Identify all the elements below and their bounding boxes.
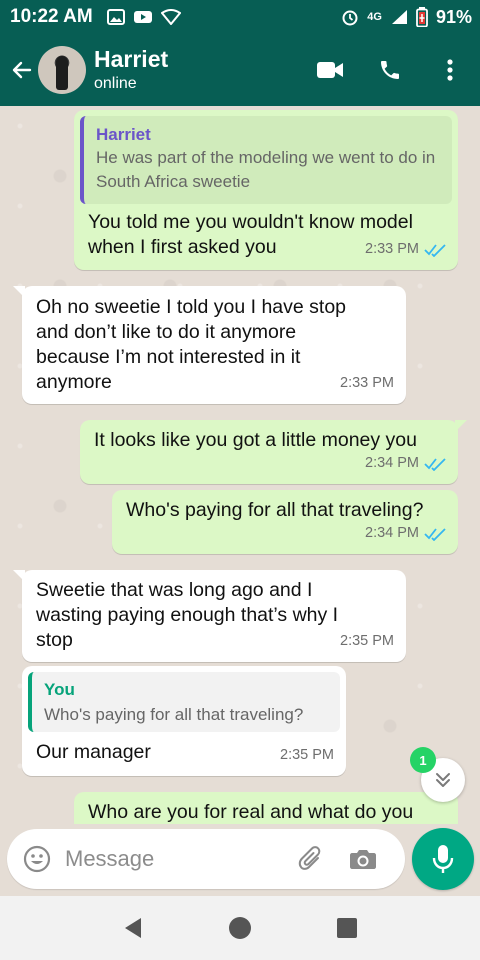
chat-area[interactable]: Harriet He was part of the modeling we w… bbox=[0, 106, 480, 824]
video-camera-icon bbox=[317, 62, 343, 78]
message-text: Who are you for real and what do you bbox=[88, 801, 414, 823]
message-text: Oh no sweetie I told you I have stop and… bbox=[36, 296, 347, 393]
emoji-icon bbox=[23, 845, 51, 873]
message-outgoing[interactable]: Who are you for real and what do you bbox=[74, 792, 458, 824]
quoted-author: Harriet bbox=[96, 125, 151, 144]
square-recents-icon bbox=[336, 918, 357, 938]
message-time: 2:34 PM bbox=[365, 525, 419, 541]
read-ticks-icon bbox=[424, 527, 446, 541]
message-incoming[interactable]: Sweetie that was long ago and I wasting … bbox=[13, 570, 406, 662]
chevron-double-down-icon bbox=[436, 773, 450, 787]
contact-name: Harriet bbox=[94, 46, 169, 72]
quoted-text: Who's paying for all that traveling? bbox=[44, 705, 304, 724]
phone-icon bbox=[381, 61, 399, 79]
unread-count-badge: 1 bbox=[410, 747, 436, 773]
battery-level: 91% bbox=[435, 6, 472, 27]
youtube-icon bbox=[133, 9, 153, 25]
system-nav-bar bbox=[0, 896, 480, 960]
voice-call-button[interactable] bbox=[360, 34, 420, 106]
message-text: It looks like you got a little money you bbox=[94, 429, 417, 451]
message-text: Sweetie that was long ago and I wasting … bbox=[36, 579, 339, 651]
message-time: 2:33 PM bbox=[340, 375, 394, 391]
quoted-author: You bbox=[44, 680, 75, 699]
triangle-back-icon bbox=[125, 918, 142, 938]
message-time: 2:34 PM bbox=[365, 455, 419, 471]
alarm-icon bbox=[341, 8, 359, 26]
message-meta: 2:35 PM bbox=[340, 629, 394, 654]
message-meta: 2:33 PM bbox=[340, 371, 394, 396]
message-incoming[interactable]: Oh no sweetie I told you I have stop and… bbox=[13, 286, 406, 404]
attach-button[interactable] bbox=[285, 829, 337, 889]
quoted-text: He was part of the modeling we went to d… bbox=[96, 148, 436, 191]
message-time: 2:35 PM bbox=[340, 633, 394, 649]
voice-message-button[interactable] bbox=[412, 828, 474, 890]
message-time: 2:33 PM bbox=[365, 241, 419, 257]
read-ticks-icon bbox=[424, 243, 446, 257]
message-text: Our manager bbox=[36, 741, 151, 763]
message-time: 2:35 PM bbox=[280, 747, 334, 763]
contact-info[interactable]: Harriet online bbox=[94, 45, 168, 95]
paperclip-icon bbox=[298, 846, 321, 870]
microphone-icon bbox=[432, 845, 454, 873]
status-time: 10:22 AM bbox=[10, 6, 93, 27]
message-composer bbox=[7, 829, 405, 889]
network-type-icon: 4G bbox=[367, 11, 382, 23]
nav-recents-button[interactable] bbox=[317, 898, 377, 958]
chat-header: Harriet online bbox=[0, 34, 480, 106]
more-vert-icon bbox=[447, 59, 453, 81]
signal-icon bbox=[390, 9, 408, 25]
message-meta: 2:34 PM bbox=[365, 451, 446, 476]
message-incoming[interactable]: You Who's paying for all that traveling?… bbox=[22, 666, 346, 776]
message-meta: 2:33 PM bbox=[365, 237, 446, 262]
video-call-button[interactable] bbox=[300, 34, 360, 106]
avatar[interactable] bbox=[38, 46, 86, 94]
read-ticks-icon bbox=[424, 457, 446, 471]
gallery-icon bbox=[106, 9, 125, 25]
quoted-message[interactable]: Harriet He was part of the modeling we w… bbox=[80, 116, 452, 204]
message-outgoing[interactable]: It looks like you got a little money you… bbox=[80, 420, 467, 484]
battery-icon bbox=[416, 7, 428, 27]
camera-button[interactable] bbox=[337, 829, 389, 889]
message-meta: 2:34 PM bbox=[365, 521, 446, 546]
emoji-button[interactable] bbox=[9, 829, 65, 889]
compose-bar bbox=[0, 824, 480, 896]
circle-home-icon bbox=[228, 917, 251, 939]
more-options-button[interactable] bbox=[420, 34, 480, 106]
message-outgoing[interactable]: Who's paying for all that traveling? 2:3… bbox=[112, 490, 458, 554]
quoted-message[interactable]: You Who's paying for all that traveling? bbox=[28, 672, 340, 732]
nav-home-button[interactable] bbox=[210, 898, 270, 958]
camera-icon bbox=[350, 850, 376, 869]
arrow-left-icon bbox=[12, 61, 32, 79]
wifi-icon bbox=[160, 9, 181, 25]
status-bar: 10:22 AM 4G 91% bbox=[0, 0, 480, 34]
message-text: Who's paying for all that traveling? bbox=[126, 499, 424, 521]
message-outgoing[interactable]: Harriet He was part of the modeling we w… bbox=[74, 110, 458, 270]
contact-status: online bbox=[94, 75, 137, 92]
message-input[interactable] bbox=[65, 839, 285, 879]
nav-back-button[interactable] bbox=[103, 898, 163, 958]
message-meta: 2:35 PM bbox=[280, 743, 334, 768]
back-button[interactable] bbox=[4, 34, 40, 106]
